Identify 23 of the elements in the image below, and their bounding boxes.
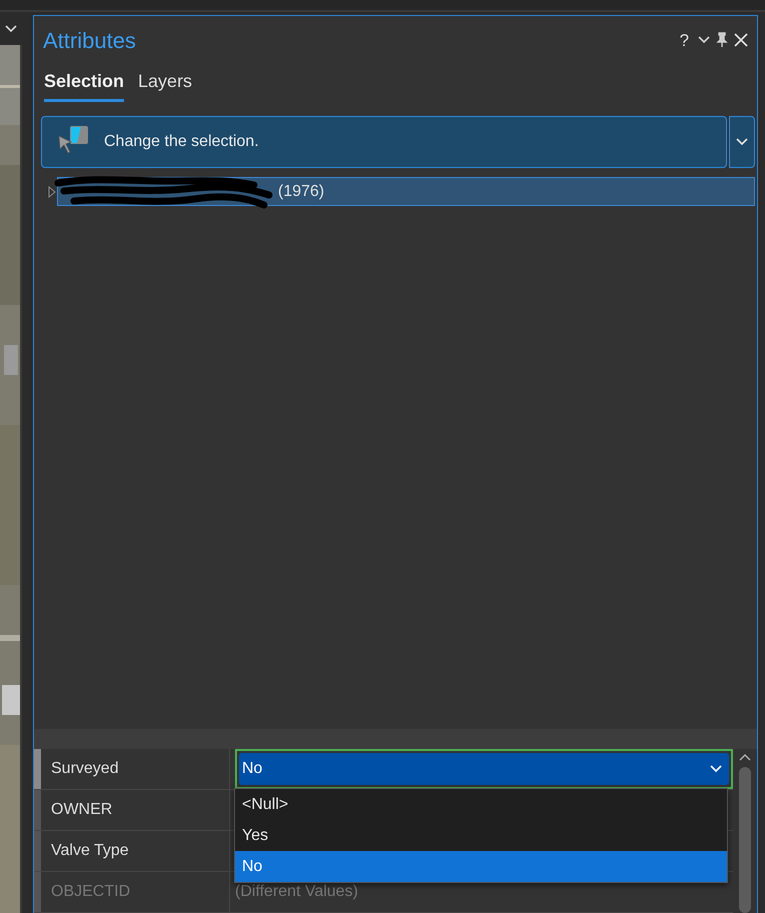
tree-item[interactable]: (1976) [57,177,755,206]
tree-item-label: (1976) [278,182,324,202]
panel-title: Attributes [43,26,136,54]
help-button[interactable]: ? [676,32,693,48]
chevron-down-icon[interactable] [4,24,18,34]
value-select[interactable]: No [235,749,733,789]
chevron-down-icon[interactable] [735,137,749,147]
dropdown-option[interactable]: No [235,851,727,882]
scroll-up-icon[interactable] [739,753,751,761]
close-icon[interactable] [733,32,749,48]
field-value: (Different Values) [235,882,358,902]
chevron-down-icon [709,764,723,774]
field-name: Surveyed [34,749,230,789]
tab[interactable]: Layers [138,68,192,102]
dropdown-option[interactable]: Yes [235,820,727,851]
pin-icon[interactable] [715,32,729,48]
chevron-down-icon[interactable] [697,35,711,45]
expand-arrow-icon[interactable] [47,186,57,198]
selection-tool-label: Change the selection. [104,132,259,152]
selection-tool-button[interactable]: Change the selection. [41,116,727,168]
tab[interactable]: Selection [44,68,124,102]
dropdown-option[interactable]: <Null> [235,789,727,820]
scrollbar-thumb[interactable] [739,767,751,913]
